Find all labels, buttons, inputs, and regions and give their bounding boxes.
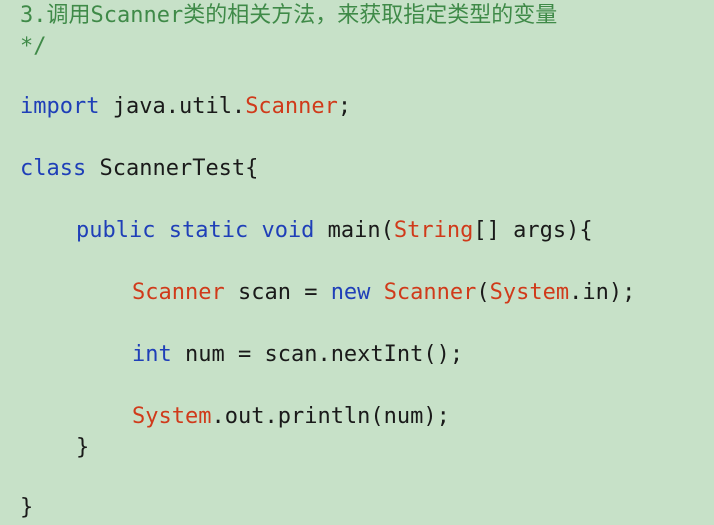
main-close-brace: }	[76, 435, 90, 460]
new-keyword: new	[330, 280, 371, 305]
class-declaration: class ScannerTest{	[20, 155, 258, 183]
class-keyword: class	[20, 156, 87, 181]
system-class: System	[489, 280, 570, 305]
main-method-declaration: public static void main(String[] args){	[76, 217, 593, 245]
print-call: .out.println(num);	[211, 404, 450, 429]
comment-line-1: 3.调用Scanner类的相关方法，来获取指定类型的变量	[20, 3, 558, 28]
comment-line-2: */	[20, 34, 47, 59]
scanner-declaration: Scanner scan = new Scanner(System.in);	[132, 279, 635, 307]
string-type: String	[393, 218, 474, 243]
void-keyword: void	[248, 218, 315, 243]
import-statement: import java.util.Scanner;	[20, 93, 351, 121]
scan-paren: (	[476, 280, 490, 305]
scan-space	[370, 280, 383, 305]
import-keyword: import	[20, 94, 100, 119]
int-declaration: int num = scan.nextInt();	[132, 341, 463, 369]
main-name: main(	[314, 218, 394, 243]
int-statement: num = scan.nextInt();	[171, 342, 464, 367]
class-name: ScannerTest{	[86, 156, 259, 181]
print-system-class: System	[132, 404, 212, 429]
import-package: java.util.	[99, 94, 246, 119]
scanner-constructor: Scanner	[383, 280, 477, 305]
scanner-type: Scanner	[132, 280, 225, 305]
print-statement: System.out.println(num);	[132, 403, 450, 431]
import-semicolon: ;	[337, 94, 352, 119]
class-close-brace: }	[20, 495, 34, 520]
main-params: [] args){	[473, 218, 593, 243]
int-keyword: int	[132, 342, 172, 367]
scan-variable: scan =	[224, 280, 331, 305]
public-keyword: public	[76, 218, 156, 243]
scan-end: .in);	[569, 280, 636, 305]
static-keyword: static	[155, 218, 249, 243]
code-editor: 3.调用Scanner类的相关方法，来获取指定类型的变量 */ import j…	[0, 0, 714, 525]
import-class: Scanner	[245, 94, 338, 119]
